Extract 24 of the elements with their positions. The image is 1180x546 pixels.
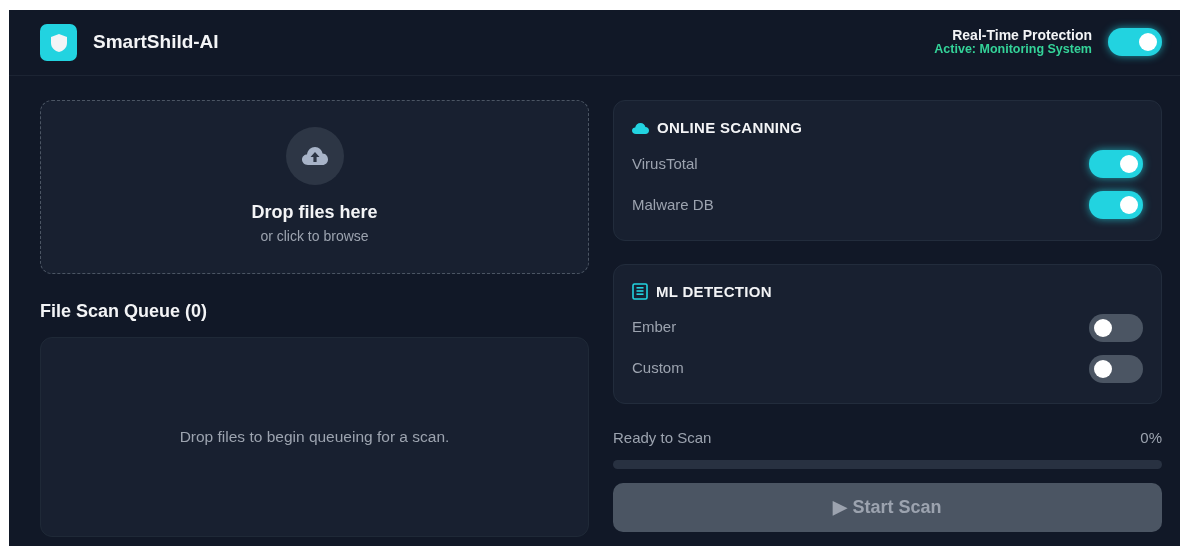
progress-reading: 0% xyxy=(1140,428,1162,448)
option-label: Ember xyxy=(632,317,677,338)
drop-title: Drop files here xyxy=(251,201,378,224)
option-toggle[interactable] xyxy=(1089,354,1143,383)
file-drop-zone[interactable]: Drop files here or click to browse xyxy=(40,100,589,274)
cloud-icon xyxy=(632,122,649,134)
progress-label: Ready to Scan xyxy=(613,428,712,448)
panel-title: ONLINE SCANNING xyxy=(657,118,803,138)
protection-label: Real-Time Protection xyxy=(951,27,1092,44)
option-toggle[interactable] xyxy=(1089,150,1143,178)
option-label: Custom xyxy=(632,358,684,379)
option-toggle[interactable] xyxy=(1089,191,1143,219)
empty-queue-message: Drop files to begin queueing for a scan. xyxy=(179,427,450,448)
protection-status: Active: Monitoring System xyxy=(934,43,1092,58)
protection-toggle[interactable] xyxy=(1108,28,1162,57)
shield-logo xyxy=(40,24,77,61)
option-label: Malware DB xyxy=(632,194,714,215)
browse-hint: or click to browse xyxy=(260,227,369,246)
option-label: VirusTotal xyxy=(632,153,698,174)
panel-title: ML DETECTION xyxy=(656,281,772,302)
app-title: SmartShild-AI xyxy=(93,30,219,55)
document-list-icon xyxy=(632,283,648,301)
option-toggle[interactable] xyxy=(1089,313,1143,342)
queue-title: File Scan Queue (0) xyxy=(40,300,209,323)
